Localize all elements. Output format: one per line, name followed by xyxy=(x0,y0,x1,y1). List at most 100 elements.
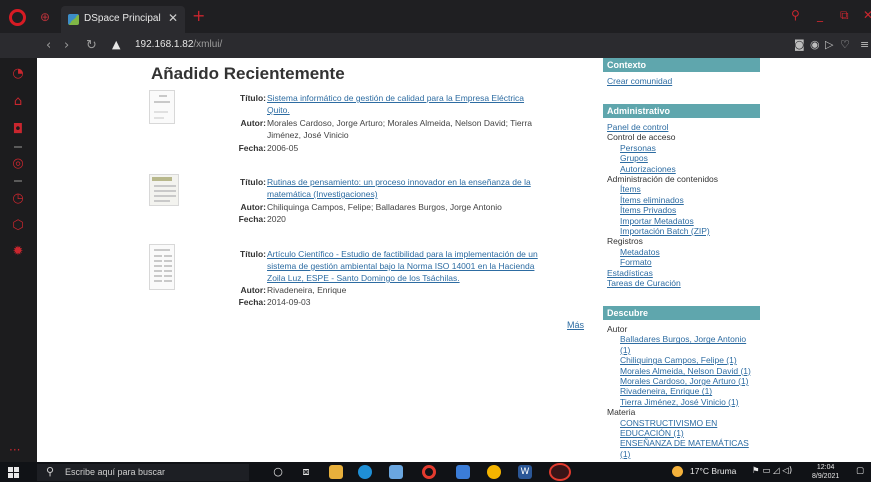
page-title: Añadido Recientemente xyxy=(151,64,345,83)
shopping-bag-icon[interactable]: ⌂ xyxy=(10,94,26,110)
item-thumbnail[interactable] xyxy=(149,244,175,290)
title-label: Título: xyxy=(240,93,266,103)
statistics-link[interactable]: Estadísticas xyxy=(607,268,653,278)
task-view-icon[interactable]: ⧈ xyxy=(299,465,313,479)
item-thumbnail[interactable] xyxy=(149,174,179,206)
reload-icon[interactable]: ↻ xyxy=(86,38,97,53)
app-icon[interactable] xyxy=(389,465,403,479)
opera-active-icon[interactable] xyxy=(549,463,571,481)
word-icon[interactable]: W xyxy=(518,465,532,479)
discover-author-link[interactable]: Rivadeneira, Enrique (1) xyxy=(620,386,712,396)
not-secure-icon[interactable]: ▲ xyxy=(112,38,120,51)
create-community-link[interactable]: Crear comunidad xyxy=(607,76,672,86)
speed-dial-icon[interactable]: ⊕ xyxy=(38,10,52,24)
sidebar-separator xyxy=(14,180,22,182)
close-window-icon[interactable]: ✕ xyxy=(863,8,871,22)
more-icon[interactable]: ··· xyxy=(9,443,20,457)
search-icon: ⚲ xyxy=(46,465,55,478)
discover-subject-link[interactable]: EDUCACIÓN (1) xyxy=(620,428,684,438)
item-date: 2020 xyxy=(267,214,286,224)
items-link[interactable]: Ítems xyxy=(620,184,641,194)
import-metadata-link[interactable]: Importar Metadatos xyxy=(620,216,694,226)
vpn-icon[interactable]: ◉ xyxy=(810,38,820,51)
edge-icon[interactable] xyxy=(358,465,372,479)
menu-icon[interactable]: ≡ xyxy=(860,38,869,51)
admin-panel-header: Administrativo xyxy=(603,104,760,118)
search-placeholder: Escribe aquí para buscar xyxy=(65,467,166,477)
access-control-label: Control de acceso xyxy=(607,132,676,143)
new-tab-button[interactable]: + xyxy=(192,6,205,25)
opera-taskbar-icon[interactable] xyxy=(422,465,436,479)
chrome-icon[interactable] xyxy=(487,465,501,479)
curation-tasks-link[interactable]: Tareas de Curación xyxy=(607,278,681,288)
dspace-favicon-icon xyxy=(68,14,79,25)
player-icon[interactable]: ◎ xyxy=(10,156,26,172)
tray-icons[interactable]: ⚑ ▭ ◿ ◁) xyxy=(752,466,792,476)
discover-author-link[interactable]: Tierra Jiménez, José Vinicio (1) xyxy=(620,397,739,407)
batch-import-link[interactable]: Importación Batch (ZIP) xyxy=(620,226,710,236)
item-title-link[interactable]: sistema de gestión ambiental bajo la Nor… xyxy=(267,261,534,272)
search-tabs-icon[interactable]: ⚲ xyxy=(791,8,800,22)
list-item: Título: Sistema informático de gestión d… xyxy=(149,90,579,170)
minimize-icon[interactable]: _ xyxy=(817,8,823,22)
clock[interactable]: 12:04 8/9/2021 xyxy=(812,463,839,481)
discover-subject-link[interactable]: CONSTRUCTIVISMO EN xyxy=(620,418,717,428)
discover-panel-header: Descubre xyxy=(603,306,760,320)
date-label: Fecha: xyxy=(238,143,266,153)
settings-gear-icon[interactable]: ✹ xyxy=(10,244,26,260)
discover-author-label: Autor xyxy=(607,324,628,334)
more-link[interactable]: Más xyxy=(567,320,584,330)
tab-dspace[interactable]: DSpace Principal ✕ xyxy=(61,6,185,33)
file-explorer-icon[interactable] xyxy=(329,465,343,479)
withdrawn-items-link[interactable]: Ítems eliminados xyxy=(620,195,684,205)
discover-author-link[interactable]: Morales Almeida, Nelson David (1) xyxy=(620,366,751,376)
discover-author-link[interactable]: Chiliquinga Campos, Felipe (1) xyxy=(620,355,737,365)
share-icon[interactable]: ▷ xyxy=(825,38,833,51)
messenger-icon[interactable]: ◘ xyxy=(10,122,26,138)
weather-icon[interactable] xyxy=(672,466,683,477)
weather-text[interactable]: 17°C Bruma xyxy=(690,466,736,476)
title-label: Título: xyxy=(240,249,266,259)
item-title-link[interactable]: matemática (Investigaciones) xyxy=(267,189,378,200)
discover-author-link[interactable]: (1) xyxy=(620,345,630,355)
heart-icon[interactable]: ♡ xyxy=(840,38,850,51)
windows-start-icon[interactable] xyxy=(8,467,19,478)
cortana-icon[interactable]: ○ xyxy=(271,465,285,479)
item-thumbnail[interactable] xyxy=(149,90,175,124)
format-link[interactable]: Formato xyxy=(620,257,652,267)
metadata-link[interactable]: Metadatos xyxy=(620,247,660,257)
opera-logo-icon[interactable] xyxy=(9,9,26,26)
address-bar: ‹ › ↻ ▲ 192.168.1.82/xmlui/ ◙ ◉ ▷ ♡ ≡ xyxy=(0,33,871,58)
clock-time: 12:04 xyxy=(816,464,835,471)
control-panel-link[interactable]: Panel de control xyxy=(607,122,668,132)
tab-close-icon[interactable]: ✕ xyxy=(168,11,178,25)
extensions-icon[interactable]: ⬡ xyxy=(10,218,26,234)
item-title-link[interactable]: Zoila Luz, ESPE - Santo Domingo de los T… xyxy=(267,273,460,284)
discover-author-link[interactable]: Morales Cardoso, Jorge Arturo (1) xyxy=(620,376,749,386)
discover-author-link[interactable]: Balladares Burgos, Jorge Antonio xyxy=(620,334,746,344)
camera-icon[interactable]: ◙ xyxy=(794,38,805,51)
notifications-icon[interactable]: ▢ xyxy=(856,466,864,476)
item-title-link[interactable]: Artículo Científico - Estudio de factibi… xyxy=(267,249,538,260)
speedometer-icon[interactable]: ◔ xyxy=(10,66,26,82)
history-icon[interactable]: ◷ xyxy=(10,191,26,207)
item-author: Morales Cardoso, Jorge Arturo; Morales A… xyxy=(267,118,533,128)
app-icon[interactable] xyxy=(456,465,470,479)
item-title-link[interactable]: Quito. xyxy=(267,105,290,116)
item-date: 2014-09-03 xyxy=(267,297,311,307)
forward-icon[interactable]: › xyxy=(64,38,69,53)
taskbar-search-input[interactable]: ⚲ Escribe aquí para buscar xyxy=(37,464,249,481)
discover-subject-link[interactable]: (1) xyxy=(620,449,630,459)
context-panel-header: Contexto xyxy=(603,58,760,72)
people-link[interactable]: Personas xyxy=(620,143,656,153)
maximize-icon[interactable]: ⧉ xyxy=(840,8,849,23)
back-icon[interactable]: ‹ xyxy=(46,38,51,53)
date-label: Fecha: xyxy=(238,297,266,307)
authorizations-link[interactable]: Autorizaciones xyxy=(620,164,676,174)
url-field[interactable]: 192.168.1.82/xmlui/ xyxy=(135,39,222,50)
groups-link[interactable]: Grupos xyxy=(620,153,648,163)
private-items-link[interactable]: Ítems Privados xyxy=(620,205,676,215)
item-title-link[interactable]: Rutinas de pensamiento: un proceso innov… xyxy=(267,177,531,188)
discover-subject-link[interactable]: ENSEÑANZA DE MATEMÁTICAS xyxy=(620,438,749,448)
item-title-link[interactable]: Sistema informático de gestión de calida… xyxy=(267,93,524,104)
